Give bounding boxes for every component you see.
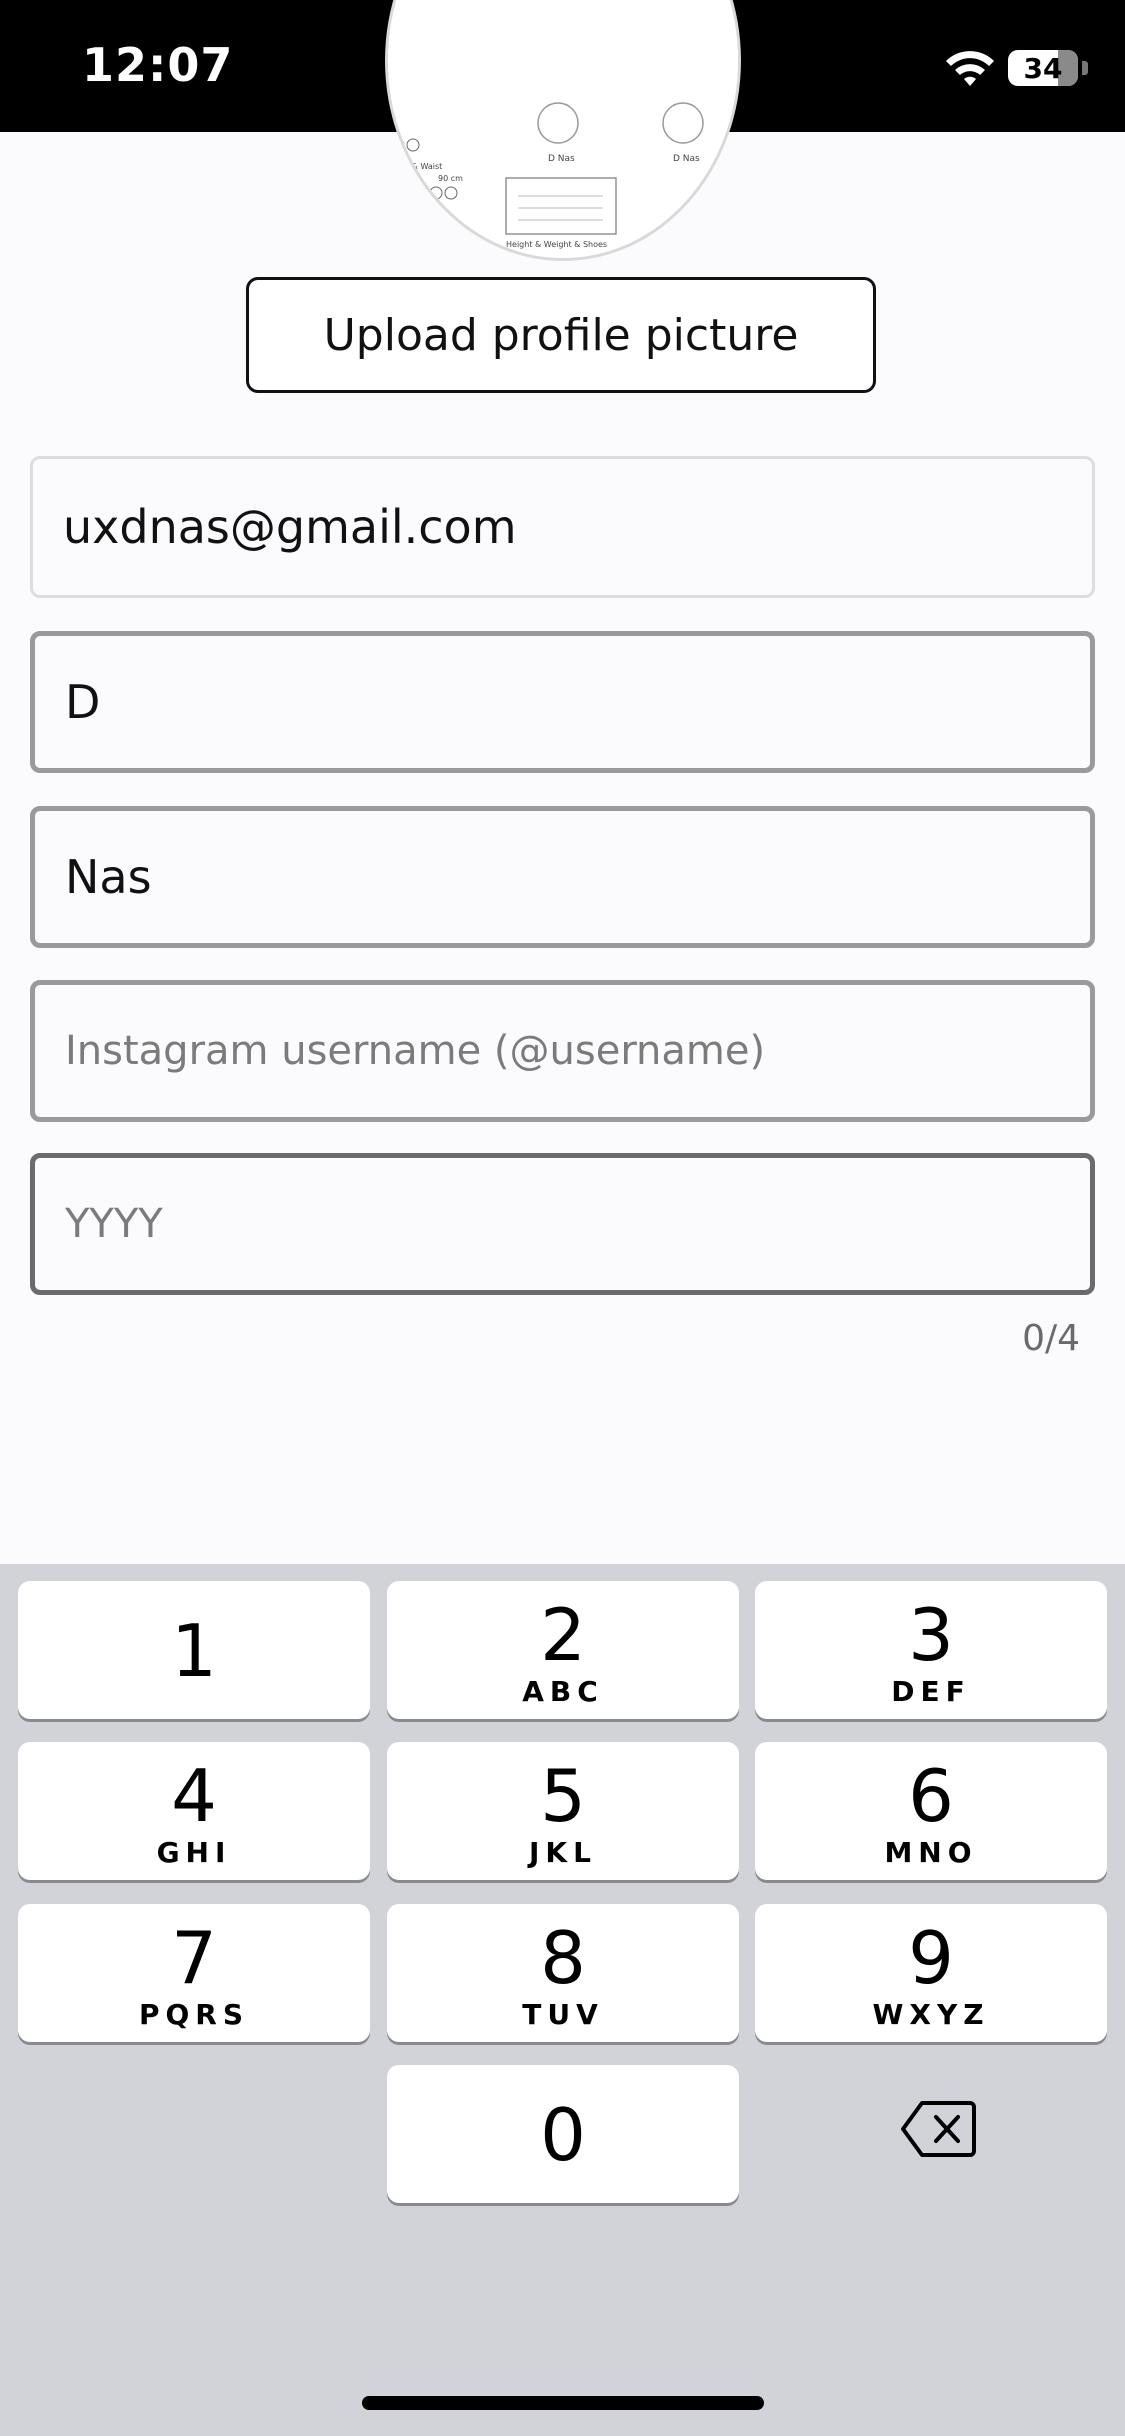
battery-nub xyxy=(1082,61,1088,75)
key-8[interactable]: 8 TUV xyxy=(387,1904,739,2042)
key-6[interactable]: 6 MNO xyxy=(755,1742,1107,1880)
key-4[interactable]: 4 GHI xyxy=(18,1742,370,1880)
key-letters: GHI xyxy=(156,1836,232,1869)
key-0[interactable]: 0 xyxy=(387,2065,739,2203)
preview-section-bottom-right: He xyxy=(638,240,649,249)
year-placeholder: YYYY xyxy=(65,1201,163,1247)
preview-section-left: t & Waist xyxy=(406,162,442,171)
email-value: uxdnas@gmail.com xyxy=(63,500,517,554)
key-digit: 4 xyxy=(171,1754,217,1838)
preview-name-right: D Nas xyxy=(673,154,700,164)
key-digit: 6 xyxy=(908,1754,954,1838)
upload-profile-picture-button[interactable]: Upload profile picture xyxy=(246,277,876,393)
key-letters: JKL xyxy=(529,1836,597,1869)
wifi-icon xyxy=(946,51,994,86)
key-letters: DEF xyxy=(891,1675,971,1708)
first-name-value: D xyxy=(65,675,101,729)
preview-height-label: 90 cm xyxy=(438,174,463,183)
key-digit: 1 xyxy=(171,1609,217,1693)
last-name-field[interactable]: Nas xyxy=(30,806,1095,948)
first-name-field[interactable]: D xyxy=(30,631,1095,773)
key-letters: PQRS xyxy=(138,1998,250,2031)
year-character-counter: 0/4 xyxy=(1022,1318,1080,1359)
key-letters: ABC xyxy=(522,1675,604,1708)
key-9[interactable]: 9 WXYZ xyxy=(755,1904,1107,2042)
key-digit: 9 xyxy=(908,1916,954,2000)
key-5[interactable]: 5 JKL xyxy=(387,1742,739,1880)
profile-picture-preview: D Nas D Nas t & Waist 90 cm Height & Wei… xyxy=(385,0,741,261)
key-digit: 0 xyxy=(540,2093,586,2177)
key-letters: MNO xyxy=(884,1836,978,1869)
key-7[interactable]: 7 PQRS xyxy=(18,1904,370,2042)
key-digit: 5 xyxy=(540,1754,586,1838)
key-digit: 7 xyxy=(171,1916,217,2000)
key-letters: WXYZ xyxy=(872,1998,990,2031)
key-3[interactable]: 3 DEF xyxy=(755,1581,1107,1719)
home-indicator[interactable] xyxy=(362,2396,764,2410)
key-digit: 2 xyxy=(540,1593,586,1677)
key-1[interactable]: 1 xyxy=(18,1581,370,1719)
key-letters: TUV xyxy=(522,1998,604,2031)
instagram-username-field[interactable]: Instagram username (@username) xyxy=(30,980,1095,1122)
key-digit: 8 xyxy=(540,1916,586,2000)
preview-section-bottom: Height & Weight & Shoes xyxy=(506,240,607,249)
battery-level: 34 xyxy=(1023,51,1063,85)
email-field[interactable]: uxdnas@gmail.com xyxy=(30,456,1095,598)
preview-name-left: D Nas xyxy=(548,154,575,164)
status-time: 12:07 xyxy=(82,38,234,92)
last-name-value: Nas xyxy=(65,850,152,904)
key-digit: 3 xyxy=(908,1593,954,1677)
backspace-icon[interactable] xyxy=(900,2100,976,2158)
battery-indicator: 34 xyxy=(1008,50,1078,86)
birth-year-field[interactable]: YYYY xyxy=(30,1153,1095,1295)
key-2[interactable]: 2 ABC xyxy=(387,1581,739,1719)
instagram-placeholder: Instagram username (@username) xyxy=(65,1028,766,1074)
